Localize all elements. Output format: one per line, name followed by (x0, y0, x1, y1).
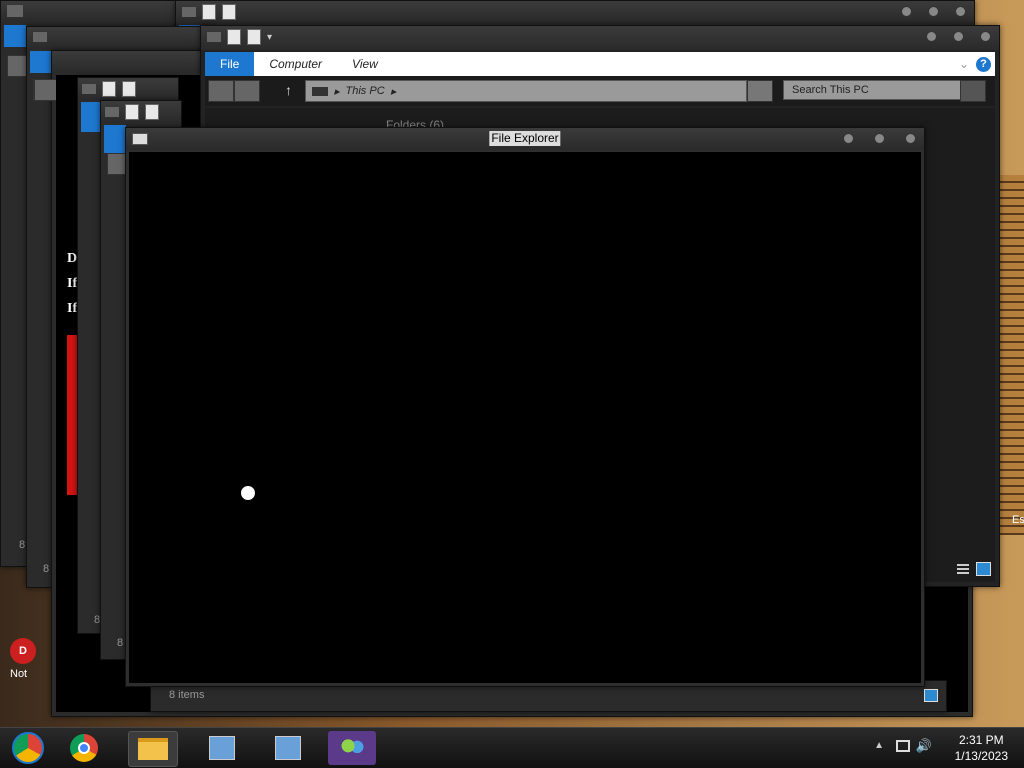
ribbon-tabs: File Computer View ⌄ ? (205, 52, 995, 76)
expand-ribbon-icon[interactable]: ⌄ (959, 57, 969, 71)
title-bar[interactable] (176, 1, 974, 23)
properties-icon[interactable] (227, 29, 241, 45)
help-icon[interactable]: ? (976, 56, 991, 72)
network-icon[interactable] (896, 740, 910, 752)
tiles-view-icon[interactable] (976, 562, 991, 576)
new-folder-icon[interactable] (247, 29, 261, 45)
dialog-title-bar[interactable]: File Explorer (126, 128, 924, 150)
desktop-icon-badge: D (10, 638, 36, 664)
path-chevron-icon: ▸ (334, 85, 340, 98)
dialog-title: File Explorer (489, 131, 561, 146)
status-count: 8 (117, 637, 124, 649)
new-folder-icon (222, 4, 236, 20)
people-icon[interactable] (328, 731, 376, 765)
search-input[interactable]: Search This PC (783, 80, 983, 100)
status-count: 8 (43, 563, 50, 575)
clock-time: 2:31 PM (958, 733, 1004, 747)
quick-access-dropdown-icon[interactable]: ▾ (267, 32, 272, 43)
maximize-button[interactable] (953, 31, 964, 42)
side-text-1: D (67, 251, 78, 266)
this-pc-icon (312, 86, 328, 96)
minimize-button[interactable] (843, 133, 854, 144)
path-label: This PC (345, 85, 385, 97)
title-bar[interactable]: ▾ (201, 26, 999, 50)
back-button[interactable] (208, 80, 234, 102)
tray-expand-icon[interactable]: ▲ (874, 740, 884, 751)
taskbar: ▲ 🔊 2:31 PM 1/13/2023 (0, 727, 1024, 768)
address-path[interactable]: ▸ This PC ▸ (305, 80, 747, 102)
network-setup-icon-2[interactable] (264, 731, 312, 765)
title-bar[interactable] (27, 27, 212, 49)
system-clock[interactable]: 2:31 PM 1/13/2023 (955, 732, 1008, 764)
tiles-view-icon[interactable] (924, 689, 938, 702)
desktop-icon[interactable]: D Not (10, 638, 38, 680)
maximize-button[interactable] (874, 133, 885, 144)
items-count: 8 items (169, 689, 205, 701)
desktop-edge-text: Es (1012, 514, 1024, 526)
details-view-icon[interactable] (957, 564, 969, 576)
search-icon[interactable] (960, 80, 986, 102)
tab-view[interactable]: View (337, 52, 393, 76)
refresh-button[interactable] (747, 80, 773, 102)
tab-computer[interactable]: Computer (254, 52, 337, 76)
ribbon-file-tab[interactable] (4, 25, 26, 47)
status-count: 8 (19, 539, 26, 551)
address-bar-area: ↑ ▸ This PC ▸ Search This PC (205, 76, 995, 106)
side-text-3: If (67, 301, 78, 316)
busy-cursor-icon (240, 485, 256, 501)
dialog-content (129, 152, 921, 683)
title-bar[interactable] (78, 78, 178, 100)
chrome-icon[interactable] (60, 731, 108, 765)
ribbon-file-tab[interactable] (104, 125, 126, 153)
search-placeholder: Search This PC (792, 84, 869, 96)
volume-icon[interactable]: 🔊 (916, 738, 932, 754)
desktop-icon-label: Not (10, 668, 28, 680)
side-text-2: If (67, 276, 78, 291)
path-chevron-icon: ▸ (390, 85, 397, 98)
file-explorer-icon[interactable] (128, 731, 178, 767)
close-button[interactable] (905, 133, 916, 144)
title-bar[interactable] (101, 101, 181, 123)
close-button[interactable] (980, 31, 991, 42)
network-setup-icon-1[interactable] (198, 731, 246, 765)
dialog-app-icon (132, 133, 148, 145)
red-bar (67, 335, 77, 495)
forward-button[interactable] (234, 80, 260, 102)
minimize-button[interactable] (926, 31, 937, 42)
tab-file[interactable]: File (205, 52, 255, 76)
chrome-alt-icon[interactable] (4, 731, 52, 765)
clock-date: 1/13/2023 (954, 749, 1008, 763)
ribbon-file-tab[interactable] (30, 51, 52, 73)
properties-icon (202, 4, 216, 20)
file-explorer-dialog[interactable]: File Explorer (125, 127, 925, 687)
computer-icon (207, 32, 221, 42)
up-arrow-icon[interactable]: ↑ (285, 82, 292, 98)
